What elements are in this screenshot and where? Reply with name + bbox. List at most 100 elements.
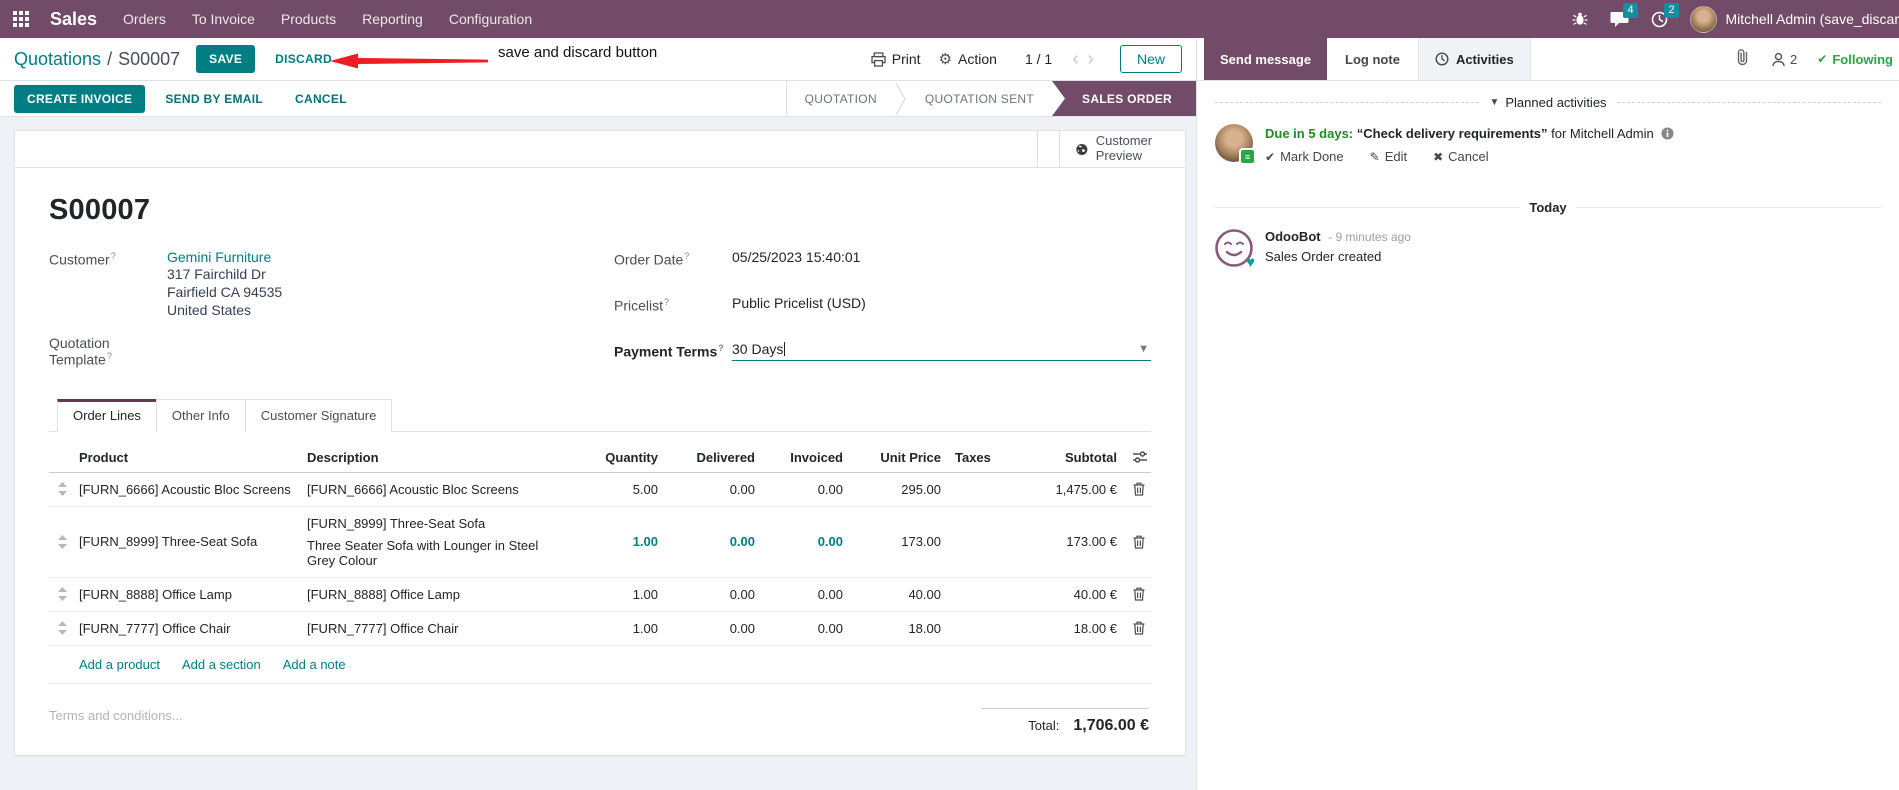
followers-button[interactable]: 2 bbox=[1771, 52, 1797, 67]
check-icon: ✔ bbox=[1817, 52, 1828, 66]
planned-activity-item: ≡ Due in 5 days: “Check delivery require… bbox=[1197, 110, 1899, 174]
planned-activities-toggle[interactable]: ▼ Planned activities bbox=[1489, 95, 1606, 110]
status-step-quotation-sent[interactable]: QUOTATION SENT bbox=[907, 81, 1052, 116]
order-lines-table: Product Description Quantity Delivered I… bbox=[49, 442, 1151, 684]
table-row[interactable]: [FURN_6666] Acoustic Bloc Screens [FURN_… bbox=[49, 473, 1151, 507]
activities-button[interactable]: Activities bbox=[1417, 38, 1531, 80]
activities-count-badge: 2 bbox=[1664, 2, 1679, 18]
edit-activity-button[interactable]: ✎ Edit bbox=[1370, 149, 1407, 164]
table-header-row: Product Description Quantity Delivered I… bbox=[49, 442, 1151, 473]
customer-link[interactable]: Gemini Furniture bbox=[167, 249, 586, 265]
cell-description: [FURN_6666] Acoustic Bloc Screens bbox=[307, 481, 519, 497]
tab-order-lines[interactable]: Order Lines bbox=[57, 398, 157, 432]
pricelist-label: Pricelist? bbox=[614, 296, 670, 314]
odoobot-avatar: ♥ bbox=[1215, 229, 1255, 271]
drag-handle-icon[interactable] bbox=[53, 482, 71, 497]
cell-description: [FURN_8888] Office Lamp bbox=[307, 586, 460, 602]
nav-item-orders[interactable]: Orders bbox=[123, 11, 166, 27]
app-name[interactable]: Sales bbox=[50, 9, 97, 30]
follower-count: 2 bbox=[1790, 51, 1798, 67]
form-view-area: Customer Preview S00007 Customer? Gemini… bbox=[0, 117, 1196, 790]
status-step-sales-order[interactable]: SALES ORDER bbox=[1052, 81, 1196, 116]
following-button[interactable]: ✔ Following bbox=[1817, 52, 1893, 67]
col-unit-price: Unit Price bbox=[880, 449, 941, 465]
add-a-section-link[interactable]: Add a section bbox=[182, 657, 261, 672]
nav-item-to-invoice[interactable]: To Invoice bbox=[192, 11, 255, 27]
help-marker: ? bbox=[110, 251, 116, 261]
pager-next-button[interactable]: › bbox=[1085, 49, 1096, 69]
messages-icon[interactable]: 4 bbox=[1610, 2, 1638, 28]
user-menu[interactable]: Mitchell Admin (save_discar bbox=[1690, 5, 1899, 33]
delete-line-button[interactable] bbox=[1125, 482, 1147, 496]
optional-columns-icon[interactable] bbox=[1121, 451, 1151, 463]
mark-done-button[interactable]: ✔ Mark Done bbox=[1265, 149, 1344, 164]
terms-and-conditions-placeholder[interactable]: Terms and conditions... bbox=[49, 708, 183, 735]
nav-item-reporting[interactable]: Reporting bbox=[362, 11, 423, 27]
table-row[interactable]: [FURN_7777] Office Chair [FURN_7777] Off… bbox=[49, 612, 1151, 646]
create-invoice-button[interactable]: CREATE INVOICE bbox=[14, 84, 146, 113]
cell-quantity: 5.00 bbox=[632, 481, 658, 497]
breadcrumb-separator: / bbox=[107, 48, 113, 69]
log-note-button[interactable]: Log note bbox=[1327, 38, 1418, 80]
info-icon[interactable] bbox=[1661, 127, 1674, 140]
cancel-activity-button[interactable]: ✖ Cancel bbox=[1433, 149, 1489, 164]
status-chevron-icon bbox=[895, 81, 907, 116]
discard-button[interactable]: DISCARD bbox=[265, 45, 342, 73]
add-a-product-link[interactable]: Add a product bbox=[79, 657, 160, 672]
cell-quantity: 1.00 bbox=[632, 620, 658, 636]
add-a-note-link[interactable]: Add a note bbox=[283, 657, 346, 672]
message-author[interactable]: OdooBot bbox=[1265, 229, 1321, 244]
breadcrumb-quotations[interactable]: Quotations bbox=[14, 49, 101, 70]
annotation-arrow bbox=[330, 52, 490, 70]
cancel-order-button[interactable]: CANCEL bbox=[283, 85, 359, 113]
tab-other-info[interactable]: Other Info bbox=[155, 398, 246, 432]
save-button[interactable]: SAVE bbox=[196, 45, 256, 73]
status-step-quotation[interactable]: QUOTATION bbox=[787, 81, 895, 116]
text-cursor bbox=[784, 341, 786, 356]
control-panel: Quotations / S00007 SAVE DISCARD save an… bbox=[0, 38, 1196, 81]
payment-terms-input[interactable]: 30 Days ▼ bbox=[732, 341, 1151, 361]
apps-grid-icon[interactable] bbox=[12, 10, 30, 28]
debug-bug-icon[interactable] bbox=[1572, 11, 1588, 27]
nav-item-configuration[interactable]: Configuration bbox=[449, 11, 532, 27]
drag-handle-icon[interactable] bbox=[53, 621, 71, 636]
table-add-links: Add a product Add a section Add a note bbox=[49, 646, 1151, 684]
delete-line-button[interactable] bbox=[1125, 535, 1147, 549]
help-marker: ? bbox=[684, 251, 690, 261]
help-marker: ? bbox=[106, 351, 112, 361]
action-menu-button[interactable]: ⚙ Action bbox=[939, 50, 997, 68]
cell-unit-price: 18.00 bbox=[908, 620, 941, 636]
attachments-button[interactable] bbox=[1734, 48, 1751, 71]
tab-customer-signature[interactable]: Customer Signature bbox=[244, 398, 393, 432]
messages-count-badge: 4 bbox=[1623, 2, 1638, 18]
pricelist-value[interactable]: Public Pricelist (USD) bbox=[732, 295, 1151, 311]
order-date-value[interactable]: 05/25/2023 15:40:01 bbox=[732, 249, 1151, 265]
cell-invoiced: 0.00 bbox=[817, 586, 843, 602]
col-product: Product bbox=[79, 449, 129, 465]
table-row[interactable]: [FURN_8888] Office Lamp [FURN_8888] Offi… bbox=[49, 578, 1151, 612]
cell-quantity: 1.00 bbox=[632, 586, 658, 602]
message-body: Sales Order created bbox=[1265, 249, 1382, 264]
cell-quantity: 1.00 bbox=[632, 534, 658, 550]
print-button[interactable]: Print bbox=[871, 51, 921, 67]
cell-subtotal: 40.00 € bbox=[1073, 586, 1117, 602]
cell-description: [FURN_7777] Office Chair bbox=[307, 620, 459, 636]
printer-icon bbox=[871, 51, 886, 67]
customer-preview-button[interactable]: Customer Preview bbox=[1059, 131, 1185, 167]
drag-handle-icon[interactable] bbox=[53, 534, 71, 549]
dropdown-caret-icon[interactable]: ▼ bbox=[1138, 343, 1149, 355]
activities-clock-icon[interactable]: 2 bbox=[1651, 2, 1679, 28]
nav-item-products[interactable]: Products bbox=[281, 11, 336, 27]
pager-previous-button[interactable]: ‹ bbox=[1070, 49, 1081, 69]
total-box: Total: 1,706.00 € bbox=[981, 707, 1149, 735]
send-by-email-button[interactable]: SEND BY EMAIL bbox=[153, 85, 275, 113]
drag-handle-icon[interactable] bbox=[53, 587, 71, 602]
send-message-button[interactable]: Send message bbox=[1204, 38, 1328, 80]
cell-invoiced: 0.00 bbox=[817, 534, 843, 550]
delete-line-button[interactable] bbox=[1125, 621, 1147, 635]
new-button[interactable]: New bbox=[1119, 45, 1182, 73]
notebook-tabs: Order Lines Other Info Customer Signatur… bbox=[49, 398, 1151, 432]
chatter-message: ♥ OdooBot - 9 minutes ago Sales Order cr… bbox=[1197, 215, 1899, 281]
delete-line-button[interactable] bbox=[1125, 587, 1147, 601]
table-row[interactable]: [FURN_8999] Three-Seat Sofa [FURN_8999] … bbox=[49, 507, 1151, 578]
